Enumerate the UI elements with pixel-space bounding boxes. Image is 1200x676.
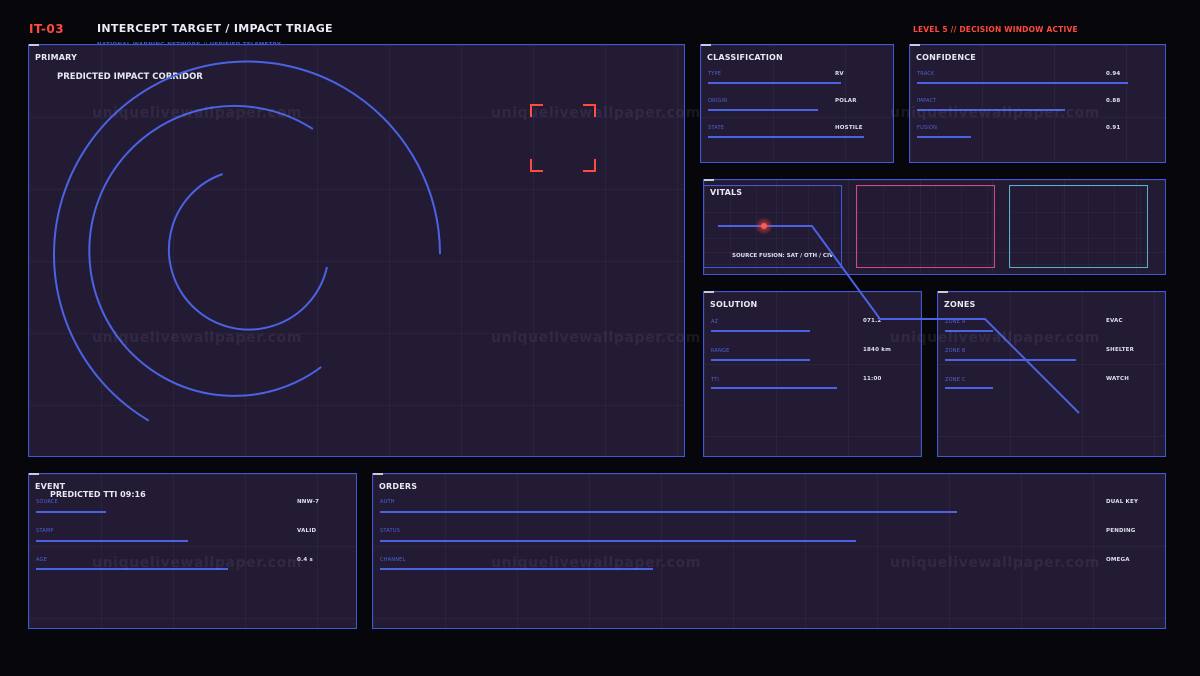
field-label: ORIGIN — [708, 98, 728, 104]
panel-tab-marker — [701, 44, 711, 46]
field-value: 0.91 — [1106, 125, 1121, 131]
field-bar — [711, 387, 837, 389]
corridor-arc-middle — [88, 104, 322, 397]
track-confidence-bar — [917, 82, 1128, 84]
field-label: STATUS — [380, 528, 400, 534]
field-bar — [711, 359, 810, 361]
field-value: EVAC — [1106, 318, 1123, 324]
field-value: POLAR — [835, 98, 857, 104]
field-label: AUTH — [380, 499, 395, 505]
confidence-title: CONFIDENCE — [916, 53, 976, 62]
field-label: RANGE — [711, 348, 730, 354]
vitals-feed-tertiary[interactable] — [1009, 185, 1148, 268]
watermark: uniquelivewallpaper.com — [92, 330, 302, 346]
orders-panel[interactable]: ORDERS AUTH DUAL KEY STATUS PENDING CHAN… — [372, 473, 1166, 629]
field-value: PENDING — [1106, 528, 1136, 534]
panel-tab-marker — [704, 179, 714, 181]
vitals-panel[interactable]: VITALS SOURCE FUSION: SAT / OTH / CIV — [703, 179, 1166, 275]
field-bar — [711, 330, 810, 332]
field-value: WATCH — [1106, 376, 1130, 382]
field-label: IMPACT — [917, 98, 937, 104]
field-label: ZONE A — [945, 319, 966, 325]
watermark: uniquelivewallpaper.com — [92, 105, 302, 121]
solution-panel[interactable]: SOLUTION AZ 071.2 RANGE 1840 km TTI 11:0… — [703, 291, 922, 457]
field-value: SHELTER — [1106, 347, 1135, 353]
field-value: HOSTILE — [835, 125, 863, 131]
fusion-confidence-bar — [917, 136, 971, 138]
field-label: FUSION — [917, 125, 938, 131]
watermark: uniquelivewallpaper.com — [890, 555, 1100, 571]
field-bar — [708, 109, 818, 111]
vitals-title: VITALS — [710, 188, 743, 197]
field-label: ZONE B — [945, 348, 966, 354]
watermark: uniquelivewallpaper.com — [890, 105, 1100, 121]
event-panel[interactable]: EVENT PREDICTED TTI 09:16 SOURCE NNW-7 S… — [28, 473, 357, 629]
watermark: uniquelivewallpaper.com — [491, 555, 701, 571]
field-value: 1840 km — [863, 347, 892, 353]
panel-tab-marker — [373, 473, 383, 475]
vitals-feed-secondary[interactable] — [856, 185, 995, 268]
field-value: RV — [835, 71, 844, 77]
alert-status: LEVEL 5 // DECISION WINDOW ACTIVE — [913, 25, 1078, 34]
field-label: CHANNEL — [380, 557, 406, 563]
screen-code: IT-03 — [29, 22, 65, 36]
field-value: 0.94 — [1106, 71, 1121, 77]
panel-tab-marker — [704, 291, 714, 293]
predicted-tti-label: PREDICTED TTI 09:16 — [50, 490, 146, 499]
corridor-arc-inner — [167, 173, 328, 331]
zones-title: ZONES — [944, 300, 976, 309]
field-bar — [945, 387, 993, 389]
field-value: 0.88 — [1106, 98, 1121, 104]
zones-panel[interactable]: ZONES ZONE A EVAC ZONE B SHELTER ZONE C … — [937, 291, 1166, 457]
field-label: STATE — [708, 125, 725, 131]
watermark: uniquelivewallpaper.com — [890, 330, 1100, 346]
watermark: uniquelivewallpaper.com — [491, 330, 701, 346]
panel-tab-marker — [29, 473, 39, 475]
field-value: OMEGA — [1106, 557, 1130, 563]
confidence-panel[interactable]: CONFIDENCE TRACK 0.94 IMPACT 0.88 FUSION… — [909, 44, 1166, 163]
field-bar — [36, 540, 188, 542]
panel-tab-marker — [938, 291, 948, 293]
field-label: STAMP — [36, 528, 54, 534]
field-label: SOURCE — [36, 499, 58, 505]
classification-title: CLASSIFICATION — [707, 53, 783, 62]
watermark: uniquelivewallpaper.com — [92, 555, 302, 571]
solution-title: SOLUTION — [710, 300, 758, 309]
field-bar — [380, 540, 856, 542]
field-bar — [36, 511, 106, 513]
source-fusion-label: SOURCE FUSION: SAT / OTH / CIV — [732, 253, 834, 259]
panel-tab-marker — [910, 44, 920, 46]
field-value: VALID — [297, 528, 317, 534]
field-value: 11:00 — [863, 376, 882, 382]
page-title: INTERCEPT TARGET / IMPACT TRIAGE — [97, 22, 333, 35]
field-value: NNW-7 — [297, 499, 320, 505]
field-bar — [380, 511, 957, 513]
field-bar — [945, 359, 1076, 361]
orders-title: ORDERS — [379, 482, 418, 491]
field-value: 071.2 — [863, 318, 882, 324]
field-label: TTI — [711, 377, 720, 383]
field-bar — [708, 136, 864, 138]
field-label: TRACK — [917, 71, 935, 77]
field-label: AZ — [711, 319, 719, 325]
field-value: DUAL KEY — [1106, 499, 1139, 505]
field-label: TYPE — [708, 71, 722, 77]
classification-panel[interactable]: CLASSIFICATION TYPE RV ORIGIN POLAR STAT… — [700, 44, 894, 163]
field-bar — [708, 82, 841, 84]
field-label: AGE — [36, 557, 47, 563]
watermark: uniquelivewallpaper.com — [491, 105, 701, 121]
field-label: ZONE C — [945, 377, 966, 383]
